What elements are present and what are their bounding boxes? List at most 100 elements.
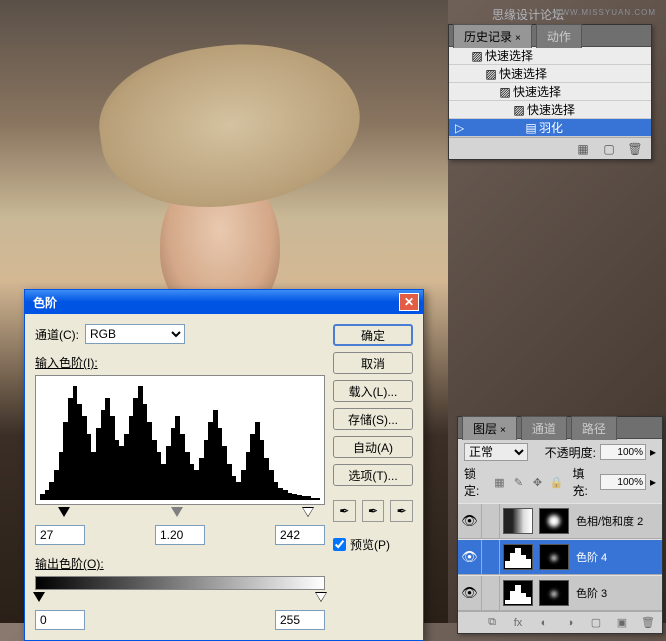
highlight-slider[interactable]	[302, 507, 314, 517]
out-shadow-slider[interactable]	[33, 592, 45, 602]
link-col[interactable]	[482, 504, 500, 538]
eye-icon: 👁	[461, 549, 478, 565]
new-snapshot-icon[interactable]: ▦	[575, 141, 591, 157]
new-document-icon[interactable]: ▢	[601, 141, 617, 157]
layers-panel: 图层× 通道 路径 正常 不透明度: ▸ 锁定: ▦ ✎ ✥ 🔒 填充: ▸	[457, 416, 663, 634]
history-item[interactable]: ▨ 快速选择	[449, 47, 651, 65]
history-item-label: 快速选择	[485, 47, 533, 64]
lock-label: 锁定:	[464, 465, 487, 499]
output-slider[interactable]	[35, 592, 325, 606]
link-col[interactable]	[482, 540, 500, 574]
history-panel-header: 历史记录× 动作	[449, 25, 651, 47]
histogram	[35, 375, 325, 505]
shadow-input[interactable]	[35, 525, 85, 545]
link-col[interactable]	[482, 576, 500, 610]
midtone-slider[interactable]	[171, 507, 183, 517]
cancel-button[interactable]: 取消	[333, 352, 413, 374]
tab-layers-label: 图层	[473, 422, 497, 436]
tab-actions[interactable]: 动作	[536, 24, 582, 48]
preview-checkbox[interactable]	[333, 538, 346, 551]
layer-name: 色相/饱和度 2	[576, 513, 643, 529]
history-footer: ▦ ▢ 🗑	[449, 137, 651, 159]
auto-button[interactable]: 自动(A)	[333, 436, 413, 458]
tab-history-label: 历史记录	[464, 30, 512, 44]
history-marker-icon: ▷	[455, 121, 467, 135]
watermark-url: WWW.MISSYUAN.COM	[553, 8, 656, 17]
midtone-input[interactable]	[155, 525, 205, 545]
visibility-toggle[interactable]: 👁	[458, 576, 482, 610]
trash-icon[interactable]: 🗑	[627, 141, 643, 157]
tab-layers[interactable]: 图层×	[462, 416, 517, 440]
history-item-selected[interactable]: ▷ ▤ 羽化	[449, 119, 651, 137]
history-item-label: 羽化	[539, 119, 563, 136]
load-button[interactable]: 载入(L)...	[333, 380, 413, 402]
tab-paths[interactable]: 路径	[571, 416, 617, 440]
history-item[interactable]: ▨ 快速选择	[449, 65, 651, 83]
history-item-label: 快速选择	[513, 83, 561, 100]
layer-item[interactable]: 👁 色阶 3	[458, 575, 662, 611]
visibility-toggle[interactable]: 👁	[458, 504, 482, 538]
titlebar[interactable]: 色阶 ✕	[25, 290, 423, 314]
eye-icon: 👁	[461, 513, 478, 529]
options-button[interactable]: 选项(T)...	[333, 464, 413, 486]
visibility-toggle[interactable]: 👁	[458, 540, 482, 574]
history-list: ▨ 快速选择 ▨ 快速选择 ▨ 快速选择 ▨ 快速选择 ▷ ▤ 羽化	[449, 47, 651, 137]
close-icon[interactable]: ×	[515, 33, 521, 44]
shadow-slider[interactable]	[58, 507, 70, 517]
eyedropper-gray[interactable]: ✒	[362, 500, 385, 522]
layer-name: 色阶 3	[576, 585, 607, 601]
opacity-input[interactable]	[600, 444, 646, 460]
lock-all-icon[interactable]: 🔒	[548, 474, 564, 490]
levels-dialog: 色阶 ✕ 通道(C): RGB 输入色阶(I): 输出色阶(O):	[24, 289, 424, 641]
fill-label: 填充:	[572, 465, 595, 499]
channel-select[interactable]: RGB	[85, 324, 185, 344]
layer-name: 色阶 4	[576, 549, 607, 565]
layer-mask-thumb[interactable]	[539, 580, 569, 606]
output-levels-label: 输出色阶(O):	[35, 555, 325, 572]
layer-mask-thumb[interactable]	[539, 544, 569, 570]
brush-icon: ▨	[469, 49, 485, 63]
tab-history[interactable]: 历史记录×	[453, 24, 532, 48]
tab-channels[interactable]: 通道	[521, 416, 567, 440]
highlight-input[interactable]	[275, 525, 325, 545]
preview-label: 预览(P)	[350, 536, 390, 553]
eye-icon: 👁	[461, 585, 478, 601]
close-button[interactable]: ✕	[399, 293, 419, 311]
layer-item[interactable]: 👁 色相/饱和度 2	[458, 503, 662, 539]
layer-thumb[interactable]	[503, 544, 533, 570]
output-gradient	[35, 576, 325, 590]
brush-icon: ▨	[483, 67, 499, 81]
input-slider[interactable]	[35, 507, 325, 521]
lock-brush-icon[interactable]: ✎	[510, 474, 526, 490]
layer-thumb[interactable]	[503, 580, 533, 606]
history-panel: 历史记录× 动作 ▨ 快速选择 ▨ 快速选择 ▨ 快速选择 ▨ 快速选择 ▷ ▤…	[448, 24, 652, 160]
fill-input[interactable]	[600, 474, 646, 490]
ok-button[interactable]: 确定	[333, 324, 413, 346]
brush-icon: ▨	[511, 103, 527, 117]
layers-panel-header: 图层× 通道 路径	[458, 417, 662, 439]
close-icon[interactable]: ×	[500, 425, 506, 436]
opacity-label: 不透明度:	[545, 444, 596, 461]
out-highlight-input[interactable]	[275, 610, 325, 630]
layer-mask-thumb[interactable]	[539, 508, 569, 534]
eyedropper-black[interactable]: ✒	[333, 500, 356, 522]
lock-move-icon[interactable]: ✥	[529, 474, 545, 490]
out-highlight-slider[interactable]	[315, 592, 327, 602]
layer-thumb[interactable]	[503, 508, 533, 534]
lock-transparency-icon[interactable]: ▦	[491, 474, 507, 490]
layer-list: 👁 色相/饱和度 2 👁 色阶 4 👁 色阶 3	[458, 503, 662, 611]
input-levels-label: 输入色阶(I):	[35, 354, 325, 371]
history-item-label: 快速选择	[499, 65, 547, 82]
blend-mode-select[interactable]: 正常	[464, 443, 528, 461]
save-button[interactable]: 存储(S)...	[333, 408, 413, 430]
feather-icon: ▤	[523, 121, 539, 135]
layers-footer: ⧉ fx ◐ ◑ ▢ ▣ 🗑	[458, 611, 662, 633]
history-item[interactable]: ▨ 快速选择	[449, 83, 651, 101]
out-shadow-input[interactable]	[35, 610, 85, 630]
chevron-right-icon[interactable]: ▸	[650, 475, 656, 489]
chevron-right-icon[interactable]: ▸	[650, 445, 656, 459]
eyedropper-white[interactable]: ✒	[390, 500, 413, 522]
brush-icon: ▨	[497, 85, 513, 99]
history-item[interactable]: ▨ 快速选择	[449, 101, 651, 119]
layer-item-selected[interactable]: 👁 色阶 4	[458, 539, 662, 575]
